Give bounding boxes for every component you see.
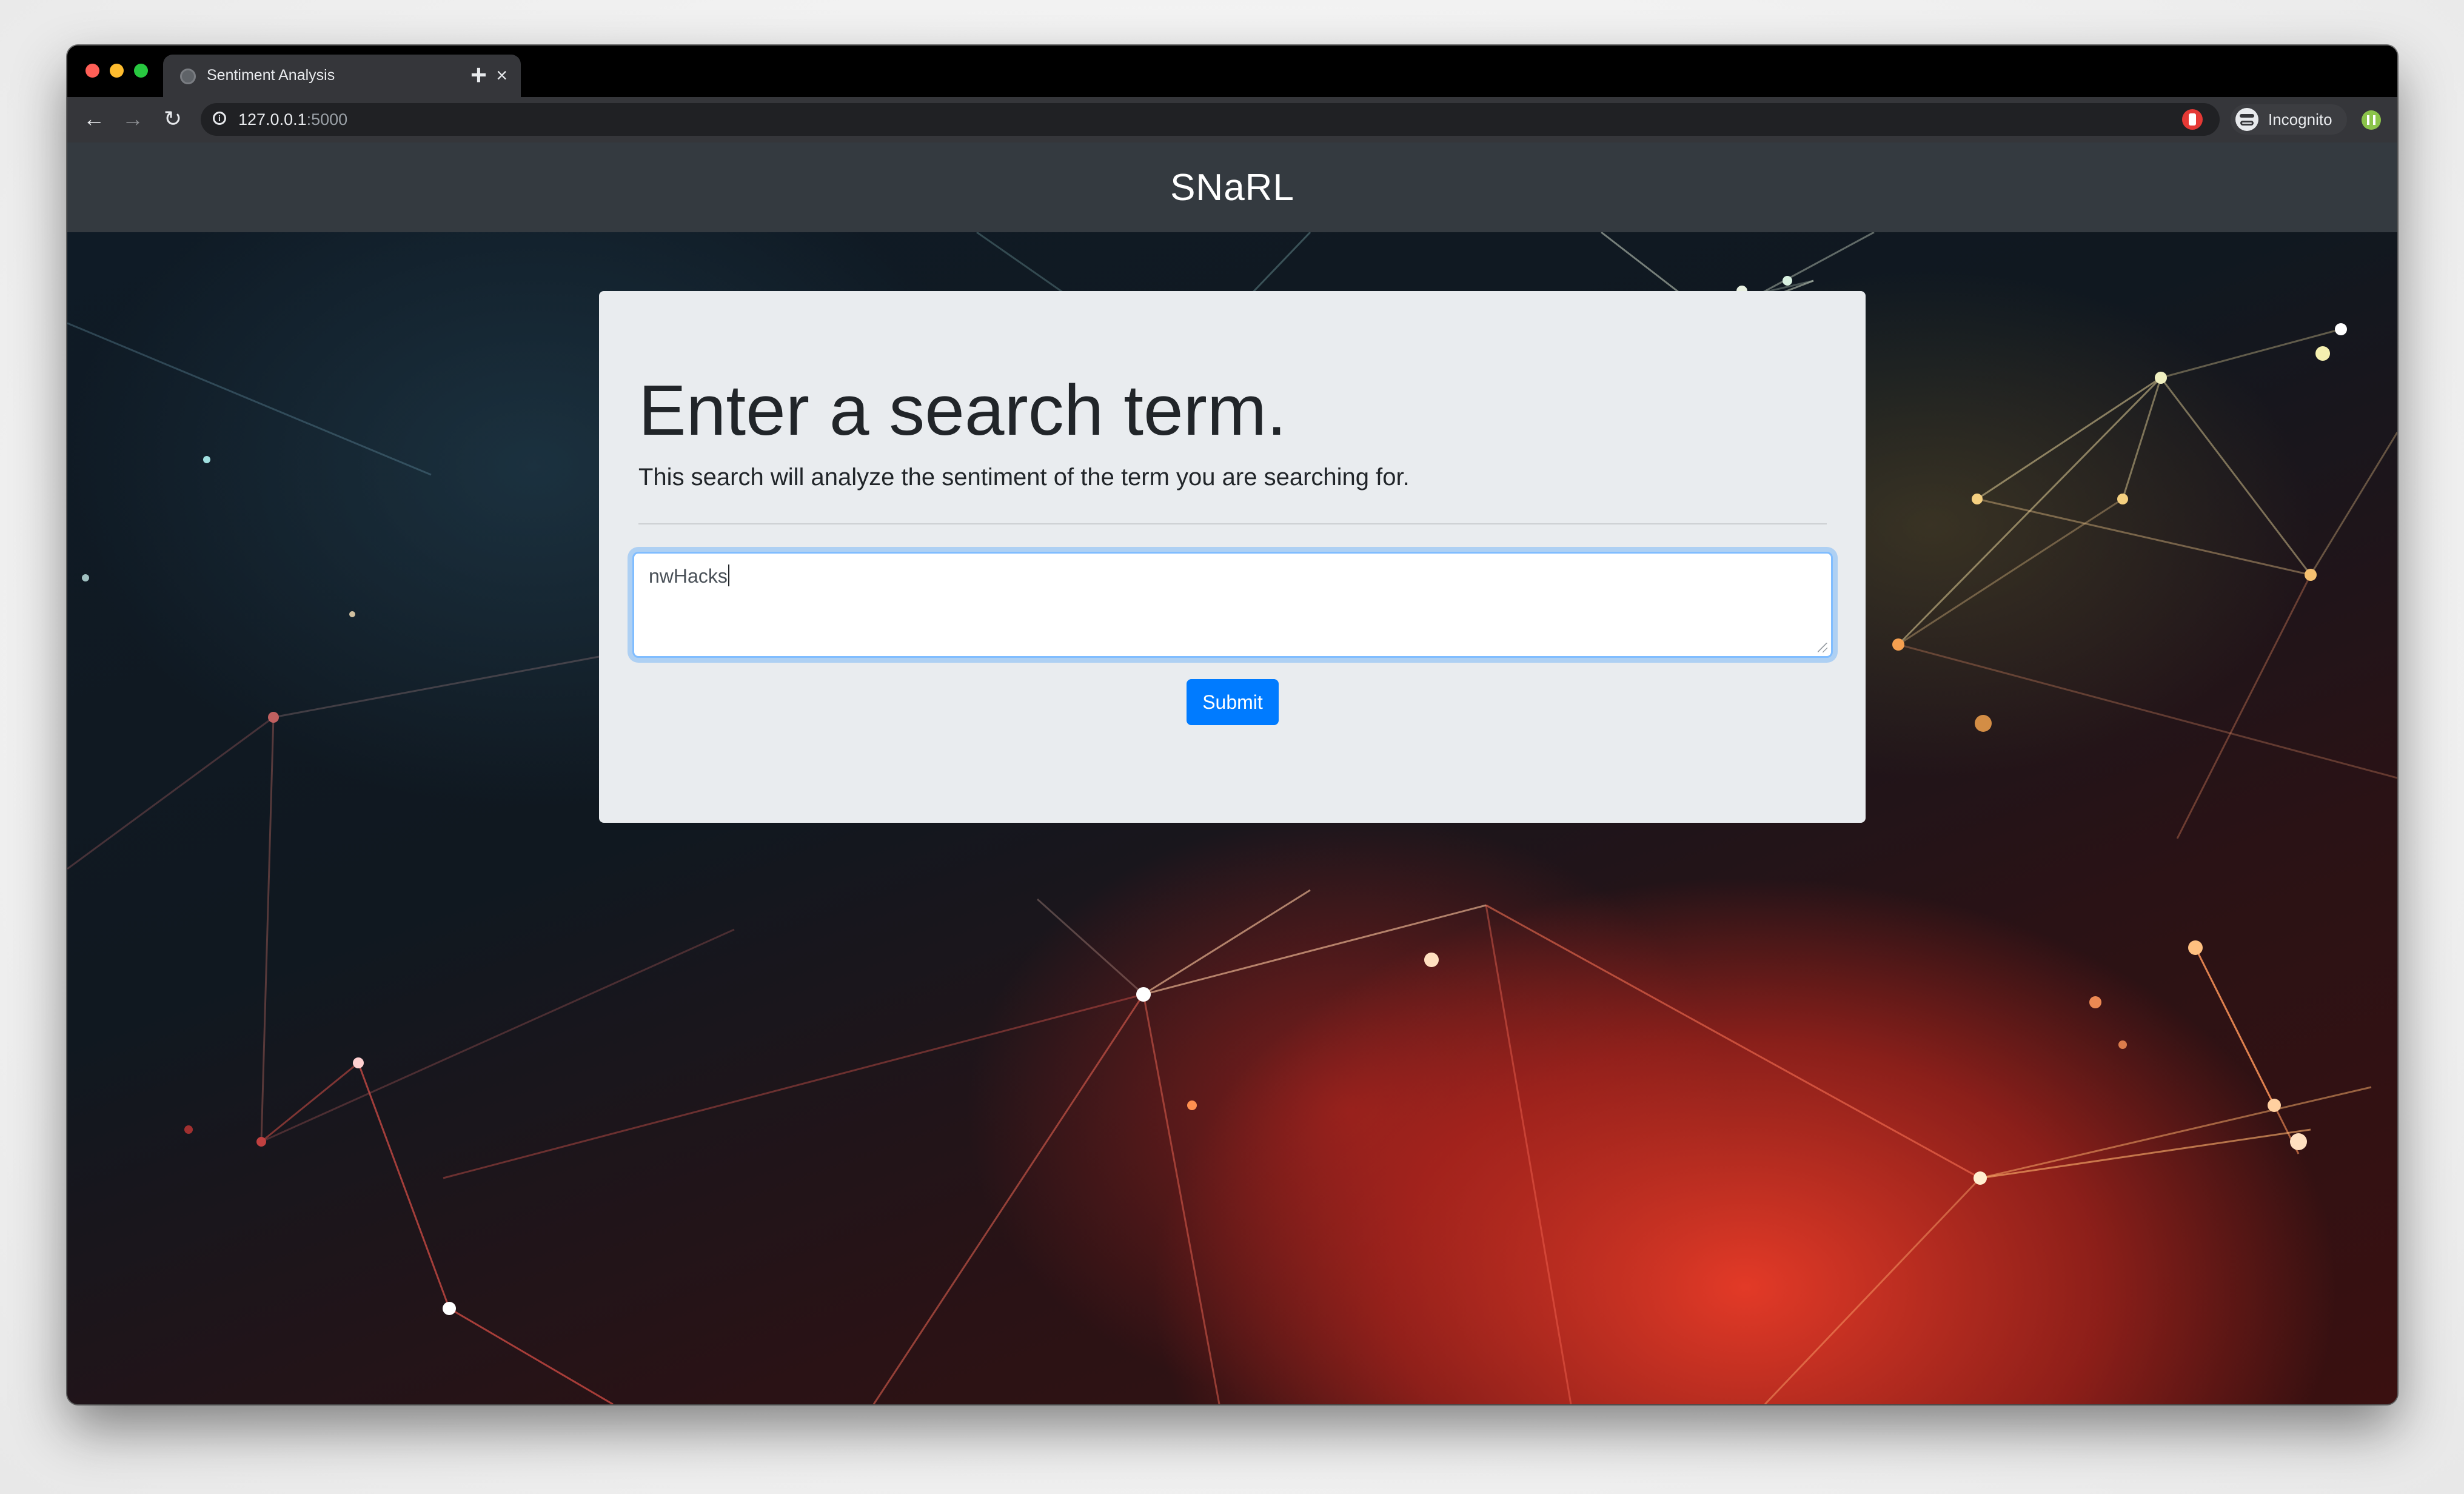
reload-icon[interactable]: ↻ bbox=[159, 106, 186, 132]
tab-strip: Sentiment Analysis × + bbox=[67, 45, 2397, 97]
address-bar[interactable]: i 127.0.0.1:5000 ☆ bbox=[201, 103, 2220, 136]
search-textarea[interactable]: nwHacks bbox=[632, 552, 1833, 658]
submit-button[interactable]: Submit bbox=[1187, 679, 1279, 725]
url-text: 127.0.0.1:5000 bbox=[238, 110, 347, 129]
search-jumbotron: Enter a search term. This search will an… bbox=[599, 291, 1866, 823]
globe-icon bbox=[180, 69, 196, 84]
incognito-profile-button[interactable]: Incognito bbox=[2231, 104, 2347, 135]
maximize-window-button[interactable] bbox=[134, 64, 148, 78]
brand-title[interactable]: SNaRL bbox=[1170, 166, 1294, 209]
page-viewport: SNaRL Enter a search term. This search w… bbox=[67, 142, 2397, 1404]
site-info-icon[interactable]: i bbox=[213, 112, 226, 125]
url-port: :5000 bbox=[306, 110, 348, 129]
forward-icon[interactable]: → bbox=[119, 106, 146, 132]
browser-window: Sentiment Analysis × + ← → ↻ i 127.0.0.1… bbox=[67, 45, 2397, 1404]
close-window-button[interactable] bbox=[85, 64, 99, 78]
search-value: nwHacks bbox=[649, 565, 728, 587]
extension-icon[interactable] bbox=[2182, 109, 2203, 130]
close-tab-icon[interactable]: × bbox=[496, 63, 507, 87]
divider bbox=[638, 523, 1827, 524]
update-menu-icon[interactable] bbox=[2362, 110, 2381, 130]
new-tab-button[interactable]: + bbox=[470, 56, 487, 93]
site-navbar: SNaRL bbox=[67, 142, 2397, 232]
incognito-icon bbox=[2235, 108, 2258, 131]
text-caret bbox=[728, 564, 729, 586]
page-title: Enter a search term. bbox=[638, 370, 1287, 451]
tab-sentiment-analysis[interactable]: Sentiment Analysis × bbox=[163, 55, 521, 97]
tab-title: Sentiment Analysis bbox=[207, 67, 335, 84]
page-description: This search will analyze the sentiment o… bbox=[638, 464, 1410, 491]
back-icon[interactable]: ← bbox=[81, 106, 107, 132]
profile-label: Incognito bbox=[2268, 110, 2332, 129]
url-host: 127.0.0.1 bbox=[238, 110, 307, 129]
minimize-window-button[interactable] bbox=[110, 64, 124, 78]
resize-handle-icon[interactable] bbox=[1818, 643, 1827, 652]
browser-toolbar: ← → ↻ i 127.0.0.1:5000 ☆ Incognito bbox=[67, 97, 2397, 142]
